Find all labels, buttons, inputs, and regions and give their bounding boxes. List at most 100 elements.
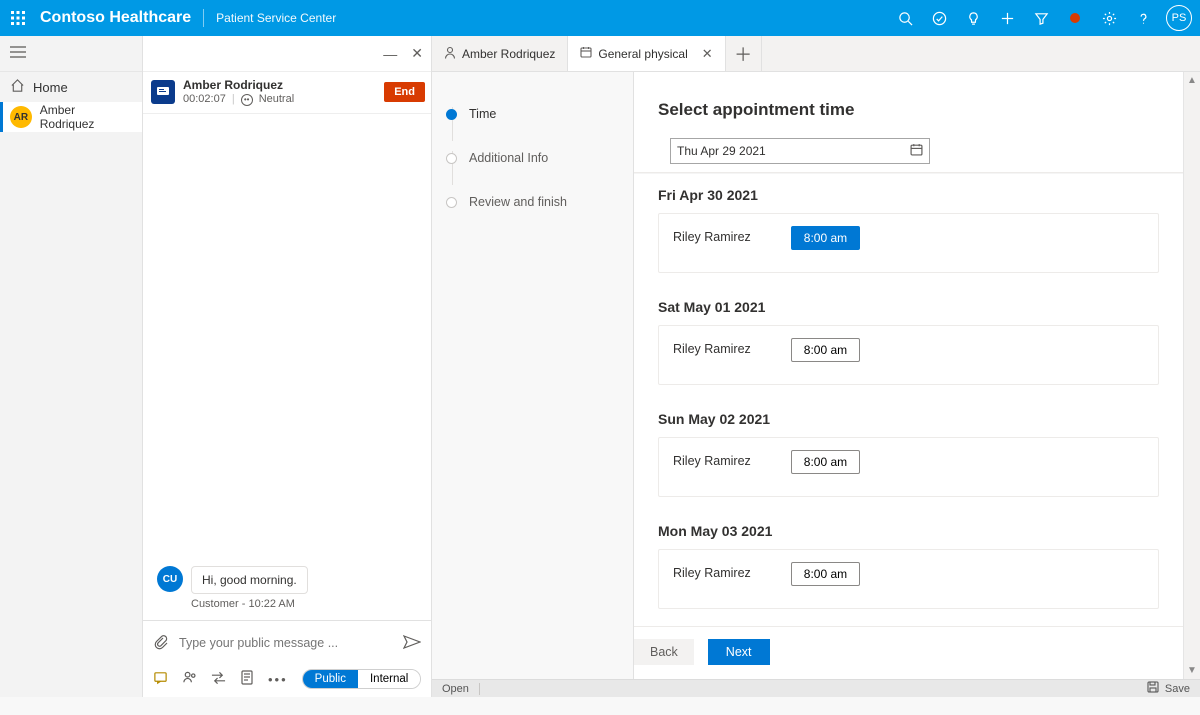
practitioner-card: Riley Ramirez 8:00 am — [658, 549, 1159, 609]
appointment-content: Select appointment time Thu Apr 29 2021 … — [634, 72, 1183, 626]
calendar-picker-icon[interactable] — [910, 143, 923, 159]
practitioner-name: Riley Ramirez — [673, 450, 751, 468]
session-sentiment: Neutral — [259, 93, 294, 107]
task-check-icon[interactable] — [922, 0, 956, 36]
filter-icon[interactable] — [1024, 0, 1058, 36]
help-icon[interactable] — [1126, 0, 1160, 36]
session-timer: 00:02:07 — [183, 93, 226, 107]
customer-avatar-icon: CU — [157, 566, 183, 592]
time-slot-button[interactable]: 8:00 am — [791, 450, 860, 474]
day-block: Fri Apr 30 2021 Riley Ramirez 8:00 am — [658, 187, 1159, 273]
close-icon[interactable]: ✕ — [411, 45, 423, 62]
save-status-label: Save — [1165, 683, 1190, 695]
practitioner-name: Riley Ramirez — [673, 338, 751, 356]
sentiment-icon: •• — [241, 94, 253, 106]
app-launcher-icon[interactable] — [4, 4, 32, 32]
tab-add-button[interactable]: ＋ — [726, 36, 762, 71]
app-name: Patient Service Center — [216, 11, 336, 25]
day-block: Sun May 02 2021 Riley Ramirez 8:00 am — [658, 411, 1159, 497]
send-icon[interactable] — [403, 635, 421, 652]
date-picker[interactable]: Thu Apr 29 2021 — [670, 138, 930, 164]
status-state: Open — [442, 683, 469, 695]
scroll-up-icon[interactable]: ▲ — [1184, 72, 1200, 89]
home-icon — [10, 78, 25, 96]
day-date: Mon May 03 2021 — [658, 523, 1159, 539]
scroll-down-icon[interactable]: ▼ — [1184, 662, 1200, 679]
profile-avatar[interactable]: PS — [1166, 5, 1192, 31]
active-session-card: Amber Rodriquez 00:02:07 | •• Neutral En… — [143, 72, 431, 114]
appointment-title: Select appointment time — [658, 100, 1159, 120]
conversation-panel: — ✕ Amber Rodriquez 00:02:07 | •• Neutra… — [143, 36, 432, 697]
menu-toggle-icon[interactable] — [10, 46, 26, 61]
more-icon[interactable]: ••• — [268, 672, 288, 687]
next-button[interactable]: Next — [708, 639, 770, 665]
back-button[interactable]: Back — [634, 639, 694, 665]
wizard-footer: Back Next — [634, 626, 1183, 679]
nav-home-label: Home — [33, 80, 68, 95]
transfer-icon[interactable] — [211, 672, 226, 687]
tab-appointment-label: General physical — [598, 47, 687, 61]
time-slot-button[interactable]: 8:00 am — [791, 226, 860, 250]
tab-appointment[interactable]: General physical ✕ — [568, 36, 725, 71]
wizard-stepper: Time Additional Info Review and finish — [432, 72, 634, 679]
visibility-internal-button[interactable]: Internal — [358, 670, 420, 688]
tab-patient-record[interactable]: Amber Rodriquez — [432, 36, 568, 71]
left-rail: Home AR Amber Rodriquez — [0, 36, 143, 697]
practitioner-name: Riley Ramirez — [673, 226, 751, 244]
date-picker-value: Thu Apr 29 2021 — [677, 144, 766, 158]
compose-area: ••• Public Internal — [143, 620, 431, 697]
practitioner-card: Riley Ramirez 8:00 am — [658, 213, 1159, 273]
step-review-label: Review and finish — [469, 195, 567, 209]
day-block: Sat May 01 2021 Riley Ramirez 8:00 am — [658, 299, 1159, 385]
time-slot-button[interactable]: 8:00 am — [791, 338, 860, 362]
chat-message-meta: Customer - 10:22 AM — [191, 598, 417, 610]
step-additional-label: Additional Info — [469, 151, 548, 165]
nav-home[interactable]: Home — [0, 72, 142, 102]
add-icon[interactable] — [990, 0, 1024, 36]
step-additional-info[interactable]: Additional Info — [446, 136, 621, 180]
visibility-public-button[interactable]: Public — [303, 670, 358, 688]
day-date: Sat May 01 2021 — [658, 299, 1159, 315]
settings-icon[interactable] — [1092, 0, 1126, 36]
chat-transcript: CU Hi, good morning. Customer - 10:22 AM — [143, 114, 431, 620]
tab-patient-label: Amber Rodriquez — [462, 47, 555, 61]
lightbulb-icon[interactable] — [956, 0, 990, 36]
session-customer-name: Amber Rodriquez — [183, 78, 384, 93]
save-status-icon[interactable] — [1147, 681, 1159, 696]
step-review[interactable]: Review and finish — [446, 180, 621, 224]
time-slot-button[interactable]: 8:00 am — [791, 562, 860, 586]
calendar-icon — [580, 46, 592, 61]
search-icon[interactable] — [888, 0, 922, 36]
person-icon — [444, 46, 456, 62]
tabstrip: Amber Rodriquez General physical ✕ ＋ — [432, 36, 1200, 72]
step-time[interactable]: Time — [446, 92, 621, 136]
notes-icon[interactable] — [240, 670, 254, 688]
channel-chat-icon — [151, 80, 175, 104]
tab-close-icon[interactable]: ✕ — [702, 46, 713, 62]
nav-patient-session[interactable]: AR Amber Rodriquez — [0, 102, 142, 132]
vertical-scrollbar[interactable]: ▲ ▼ — [1183, 72, 1200, 679]
brand-divider — [203, 9, 204, 27]
visibility-toggle: Public Internal — [302, 669, 421, 689]
practitioner-card: Riley Ramirez 8:00 am — [658, 437, 1159, 497]
brand-title: Contoso Healthcare — [40, 9, 191, 27]
chat-message: Hi, good morning. — [191, 566, 308, 594]
day-date: Fri Apr 30 2021 — [658, 187, 1159, 203]
quick-replies-icon[interactable] — [153, 670, 168, 688]
nav-patient-label: Amber Rodriquez — [40, 103, 132, 131]
consult-icon[interactable] — [182, 670, 197, 688]
status-bar: Open Save — [432, 679, 1200, 697]
practitioner-card: Riley Ramirez 8:00 am — [658, 325, 1159, 385]
work-area: Amber Rodriquez General physical ✕ ＋ Tim… — [432, 36, 1200, 697]
patient-avatar-icon: AR — [10, 106, 32, 128]
practitioner-name: Riley Ramirez — [673, 562, 751, 580]
app-header: Contoso Healthcare Patient Service Cente… — [0, 0, 1200, 36]
attachment-icon[interactable] — [153, 634, 169, 653]
end-conversation-button[interactable]: End — [384, 82, 425, 102]
day-date: Sun May 02 2021 — [658, 411, 1159, 427]
record-indicator-icon[interactable] — [1058, 0, 1092, 36]
day-block: Mon May 03 2021 Riley Ramirez 8:00 am — [658, 523, 1159, 609]
step-time-label: Time — [469, 107, 496, 121]
minimize-icon[interactable]: — — [383, 46, 397, 62]
message-input[interactable] — [179, 636, 393, 650]
